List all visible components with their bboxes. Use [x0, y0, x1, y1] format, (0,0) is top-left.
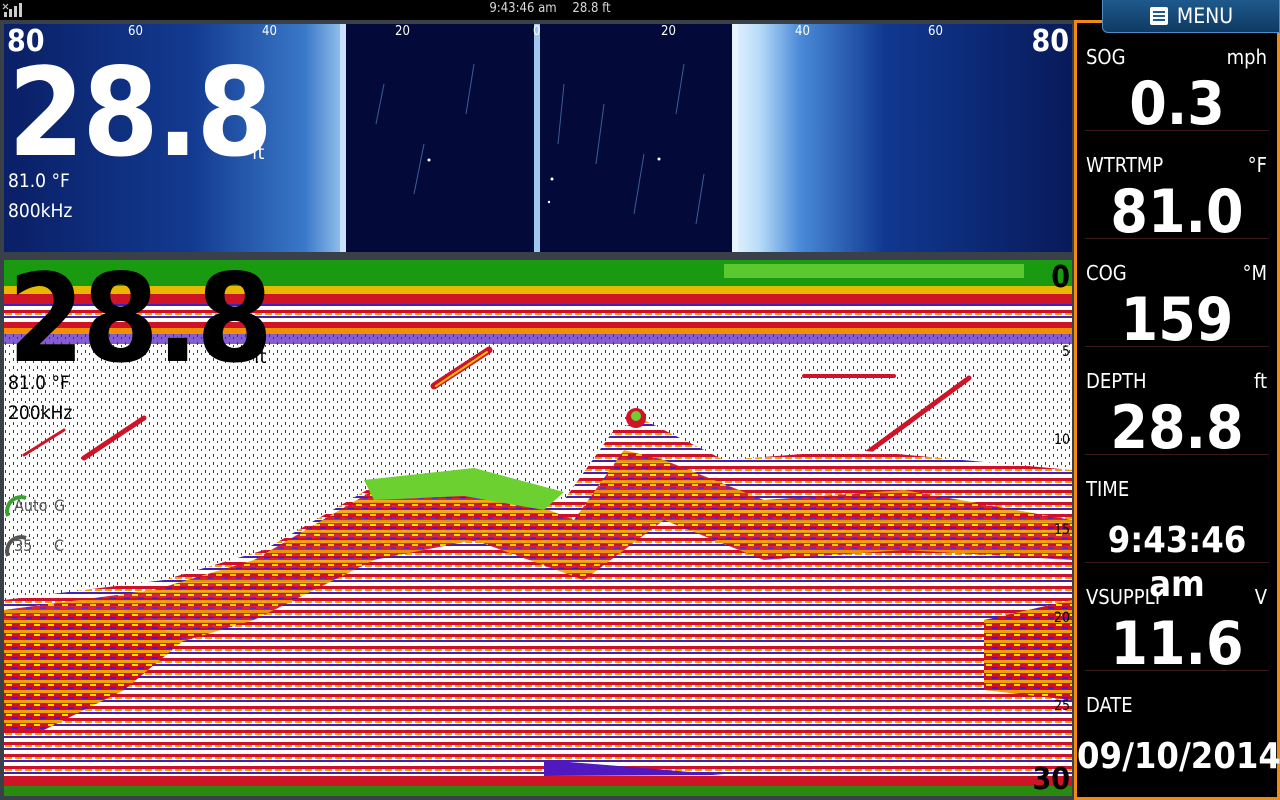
status-time: 9:43:46 am — [489, 1, 557, 16]
water-temp-box[interactable]: WTRTMP °F 81.0 — [1077, 131, 1277, 243]
scale-tick: 20 — [1053, 610, 1070, 626]
date-value: 09/10/2014 — [1077, 736, 1280, 777]
sog-unit: mph — [1226, 45, 1267, 69]
ruler-tick: 60 — [928, 24, 943, 39]
water-temp-label: WTRTMP — [1086, 153, 1164, 177]
ruler-tick: 40 — [795, 24, 810, 39]
menu-button[interactable]: MENU — [1102, 0, 1280, 33]
sog-box[interactable]: SOG mph 0.3 — [1077, 23, 1277, 135]
ruler-tick: 0 — [533, 24, 541, 39]
scale-tick: 5 — [1061, 344, 1070, 360]
water-temp-value: 81.0 — [1110, 177, 1244, 247]
time-box[interactable]: TIME 9:43:46 am — [1077, 455, 1277, 605]
ruler-tick: 40 — [262, 24, 277, 39]
time-label: TIME — [1086, 477, 1130, 501]
contrast-control[interactable]: 35 C — [4, 532, 74, 562]
cog-label: COG — [1086, 261, 1127, 285]
scale-tick: 25 — [1053, 698, 1070, 714]
sidescan-depth-unit: ft — [252, 142, 265, 164]
scale-top: 0 — [1051, 260, 1070, 295]
contrast-suffix: C — [54, 536, 65, 555]
ruler-tick: 60 — [128, 24, 143, 39]
sonar-frequency: 200kHz — [8, 402, 73, 424]
scale-tick: 10 — [1053, 432, 1070, 448]
sonar-pane[interactable]: 28.8 ft 81.0 °F 200kHz 0 5 10 15 20 25 3… — [4, 260, 1072, 796]
cog-box[interactable]: COG °M 159 — [1077, 239, 1277, 351]
scale-tick: 15 — [1053, 522, 1070, 538]
gain-suffix: G — [54, 496, 66, 515]
sonar-depth-unit: ft — [254, 346, 267, 368]
depth-box[interactable]: DEPTH ft 28.8 — [1077, 347, 1277, 459]
ruler-tick: 20 — [395, 24, 410, 39]
status-readout: 9:43:46 am 28.8 ft — [0, 1, 1100, 16]
cog-unit: °M — [1242, 261, 1267, 285]
date-label: DATE — [1086, 693, 1133, 717]
range-right: 80 — [1031, 24, 1069, 59]
vsupply-value: 11.6 — [1110, 609, 1244, 679]
sidescan-depth: 28.8 — [8, 42, 273, 184]
vsupply-box[interactable]: VSUPPLY V 11.6 — [1077, 563, 1277, 675]
sonar-temperature: 81.0 °F — [8, 372, 70, 394]
data-bar: SOG mph 0.3 WTRTMP °F 81.0 COG °M 159 DE… — [1074, 20, 1280, 800]
water-temp-unit: °F — [1247, 153, 1267, 177]
sonar-depth: 28.8 — [8, 260, 273, 390]
scale-bottom: 30 — [1032, 762, 1070, 796]
sidescan-pane[interactable]: 80 80 60 40 20 0 20 40 60 28.8 ft 81.0 °… — [4, 24, 1072, 252]
sidescan-temperature: 81.0 °F — [8, 170, 70, 192]
ruler-tick: 20 — [661, 24, 676, 39]
sog-label: SOG — [1086, 45, 1126, 69]
depth-value: 28.8 — [1110, 393, 1244, 463]
depth-label: DEPTH — [1086, 369, 1147, 393]
status-depth: 28.8 ft — [572, 1, 611, 16]
vsupply-label: VSUPPLY — [1086, 585, 1163, 609]
cog-value: 159 — [1120, 285, 1234, 355]
gain-control[interactable]: Auto G — [4, 492, 74, 522]
menu-list-icon — [1149, 7, 1168, 25]
depth-unit: ft — [1253, 369, 1267, 393]
gain-label: Auto — [14, 496, 48, 515]
vsupply-unit: V — [1254, 585, 1267, 609]
status-bar: 9:43:46 am 28.8 ft — [0, 0, 1280, 20]
date-box[interactable]: DATE 09/10/2014 — [1077, 671, 1280, 779]
sidescan-frequency: 800kHz — [8, 200, 73, 222]
sog-value: 0.3 — [1129, 69, 1225, 139]
menu-label: MENU — [1176, 4, 1234, 28]
contrast-label: 35 — [14, 536, 33, 555]
